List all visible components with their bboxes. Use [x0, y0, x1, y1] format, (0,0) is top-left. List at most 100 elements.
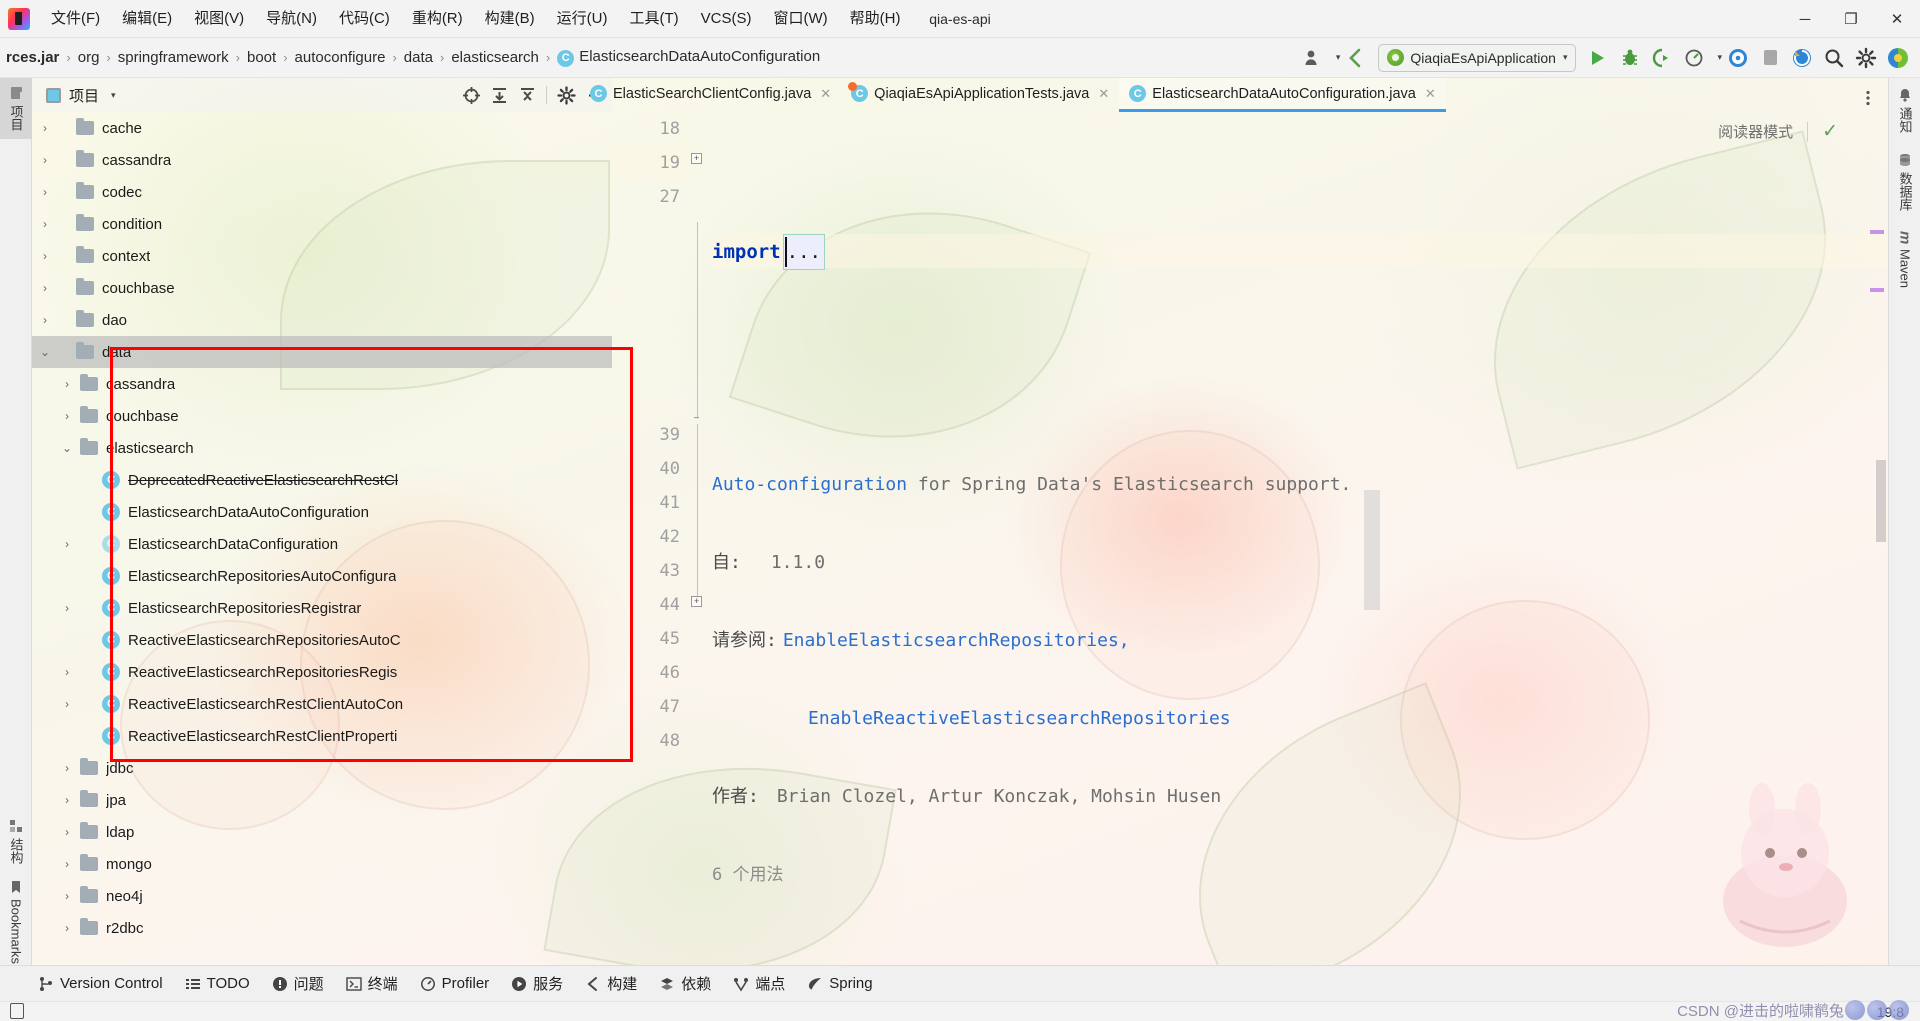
tree-row[interactable]: › jdbc: [32, 752, 612, 784]
search-everywhere-button[interactable]: [1819, 43, 1849, 73]
project-tree-vertical-scrollbar[interactable]: [1364, 490, 1380, 610]
status-services[interactable]: 服务: [511, 973, 563, 994]
chevron-down-icon[interactable]: ⌄: [58, 441, 76, 455]
close-icon[interactable]: ✕: [820, 86, 831, 102]
maximize-button[interactable]: ❐: [1828, 0, 1874, 38]
chevron-right-icon[interactable]: ›: [58, 697, 76, 711]
menu-vcs[interactable]: VCS(S): [690, 0, 763, 38]
menu-code[interactable]: 代码(C): [328, 0, 401, 38]
breadcrumb-item-class[interactable]: C ElasticsearchDataAutoConfiguration: [551, 48, 826, 67]
minimize-button[interactable]: ─: [1782, 0, 1828, 38]
chevron-right-icon[interactable]: ›: [36, 121, 54, 135]
menu-refactor[interactable]: 重构(R): [401, 0, 474, 38]
fold-expand-icon[interactable]: +: [691, 596, 702, 607]
tree-row-data-selected[interactable]: ⌄ data: [32, 336, 612, 368]
code-line-import[interactable]: import...: [712, 234, 1888, 270]
settings-button[interactable]: [1851, 43, 1881, 73]
right-tab-database[interactable]: 数据库: [1889, 143, 1920, 221]
tree-row[interactable]: › ldap: [32, 816, 612, 848]
doc-see-value-2[interactable]: EnableReactiveElasticsearchRepositories: [808, 708, 1231, 729]
select-opened-file-button[interactable]: [457, 81, 485, 109]
debug-button[interactable]: [1615, 43, 1645, 73]
chevron-right-icon[interactable]: ›: [36, 153, 54, 167]
expand-all-button[interactable]: [485, 81, 513, 109]
breadcrumb-item-jar[interactable]: rces.jar: [0, 49, 65, 66]
breadcrumb-item-springframework[interactable]: springframework: [112, 49, 235, 66]
tree-row[interactable]: C ReactiveElasticsearchRepositoriesAutoC: [32, 624, 612, 656]
usages-hint-label[interactable]: 6 个用法: [712, 865, 783, 885]
tree-row[interactable]: › codec: [32, 176, 612, 208]
status-spring[interactable]: Spring: [807, 975, 873, 992]
editor-tab-qiaqia-es-api-application-tests[interactable]: C QiaqiaEsApiApplicationTests.java ✕: [841, 78, 1119, 112]
menu-build[interactable]: 构建(B): [474, 0, 546, 38]
editor-tab-elastic-search-client-config[interactable]: C ElasticSearchClientConfig.java ✕: [580, 78, 841, 112]
chevron-down-icon[interactable]: ⌄: [36, 345, 54, 359]
tree-row[interactable]: C ReactiveElasticsearchRestClientProperti: [32, 720, 612, 752]
status-version-control[interactable]: Version Control: [38, 975, 163, 992]
tree-row[interactable]: C ElasticsearchDataAutoConfiguration: [32, 496, 612, 528]
collapse-all-button[interactable]: [513, 81, 541, 109]
tree-row[interactable]: › couchbase: [32, 272, 612, 304]
editor-code-area[interactable]: import... Auto-configuration for Spring …: [712, 112, 1888, 945]
tree-row[interactable]: › context: [32, 240, 612, 272]
inspection-ok-icon[interactable]: ✓: [1822, 120, 1838, 143]
chevron-right-icon[interactable]: ›: [58, 857, 76, 871]
chevron-right-icon[interactable]: ›: [58, 377, 76, 391]
right-tab-maven[interactable]: m Maven: [1889, 221, 1920, 298]
tree-row[interactable]: › dao: [32, 304, 612, 336]
chevron-right-icon[interactable]: ›: [58, 921, 76, 935]
status-todo[interactable]: TODO: [185, 975, 250, 992]
menu-run[interactable]: 运行(U): [546, 0, 619, 38]
editor-tab-elasticsearch-data-auto-configuration[interactable]: C ElasticsearchDataAutoConfiguration.jav…: [1119, 78, 1446, 112]
status-endpoints[interactable]: 端点: [733, 973, 785, 994]
editor-marker[interactable]: [1870, 230, 1884, 234]
chevron-right-icon[interactable]: ›: [58, 409, 76, 423]
breadcrumb-item-org[interactable]: org: [72, 49, 106, 66]
tree-row[interactable]: › cassandra: [32, 368, 612, 400]
collapsed-imports-fold[interactable]: ...: [782, 234, 825, 270]
doc-summary-link[interactable]: Auto-configuration: [712, 474, 907, 495]
chevron-right-icon[interactable]: ›: [58, 537, 76, 551]
close-button[interactable]: ✕: [1874, 0, 1920, 38]
tree-row[interactable]: › r2dbc: [32, 912, 612, 944]
tree-row[interactable]: › condition: [32, 208, 612, 240]
tree-row[interactable]: › neo4j: [32, 880, 612, 912]
status-profiler[interactable]: Profiler: [420, 975, 489, 992]
menu-help[interactable]: 帮助(H): [839, 0, 912, 38]
chevron-down-icon[interactable]: ▾: [111, 90, 116, 101]
chevron-right-icon[interactable]: ›: [58, 601, 76, 615]
back-arrow-icon[interactable]: [1341, 43, 1371, 73]
chevron-right-icon[interactable]: ›: [58, 793, 76, 807]
fold-collapse-icon[interactable]: –: [691, 413, 702, 424]
right-tab-notifications[interactable]: 通知: [1889, 78, 1920, 143]
menu-window[interactable]: 窗口(W): [762, 0, 838, 38]
menu-edit[interactable]: 编辑(E): [111, 0, 183, 38]
run-configuration-selector[interactable]: QiaqiaEsApiApplication ▾: [1378, 43, 1577, 72]
breadcrumb-item-boot[interactable]: boot: [241, 49, 282, 66]
doc-see-value-1[interactable]: EnableElasticsearchRepositories,: [777, 630, 1130, 651]
chevron-right-icon[interactable]: ›: [36, 185, 54, 199]
menu-navigate[interactable]: 导航(N): [255, 0, 328, 38]
chevron-right-icon[interactable]: ›: [36, 313, 54, 327]
chevron-down-icon[interactable]: ▾: [1717, 52, 1722, 63]
status-problems[interactable]: 问题: [272, 973, 324, 994]
left-tab-project[interactable]: 项目: [0, 78, 32, 139]
chevron-down-icon[interactable]: ▾: [1336, 52, 1341, 63]
user-profile-icon[interactable]: [1298, 43, 1328, 73]
editor-marker[interactable]: [1870, 288, 1884, 292]
breadcrumb-item-elasticsearch[interactable]: elasticsearch: [445, 49, 545, 66]
reader-mode-indicator[interactable]: 阅读器模式 ✓: [1718, 120, 1838, 143]
services-button[interactable]: [1723, 43, 1753, 73]
stop-button[interactable]: [1755, 43, 1785, 73]
chevron-right-icon[interactable]: ›: [36, 217, 54, 231]
close-icon[interactable]: ✕: [1098, 86, 1109, 102]
usages-hint-line[interactable]: 6 个用法: [712, 858, 1888, 892]
update-button[interactable]: [1787, 43, 1817, 73]
breadcrumb-item-autoconfigure[interactable]: autoconfigure: [289, 49, 392, 66]
tree-row[interactable]: C DeprecatedReactiveElasticsearchRestCl: [32, 464, 612, 496]
editor-vertical-scrollbar[interactable]: [1876, 460, 1886, 542]
status-dependencies[interactable]: 依赖: [659, 973, 711, 994]
tree-row[interactable]: › C ElasticsearchDataConfiguration: [32, 528, 612, 560]
status-terminal[interactable]: 终端: [345, 973, 398, 994]
chevron-right-icon[interactable]: ›: [58, 889, 76, 903]
